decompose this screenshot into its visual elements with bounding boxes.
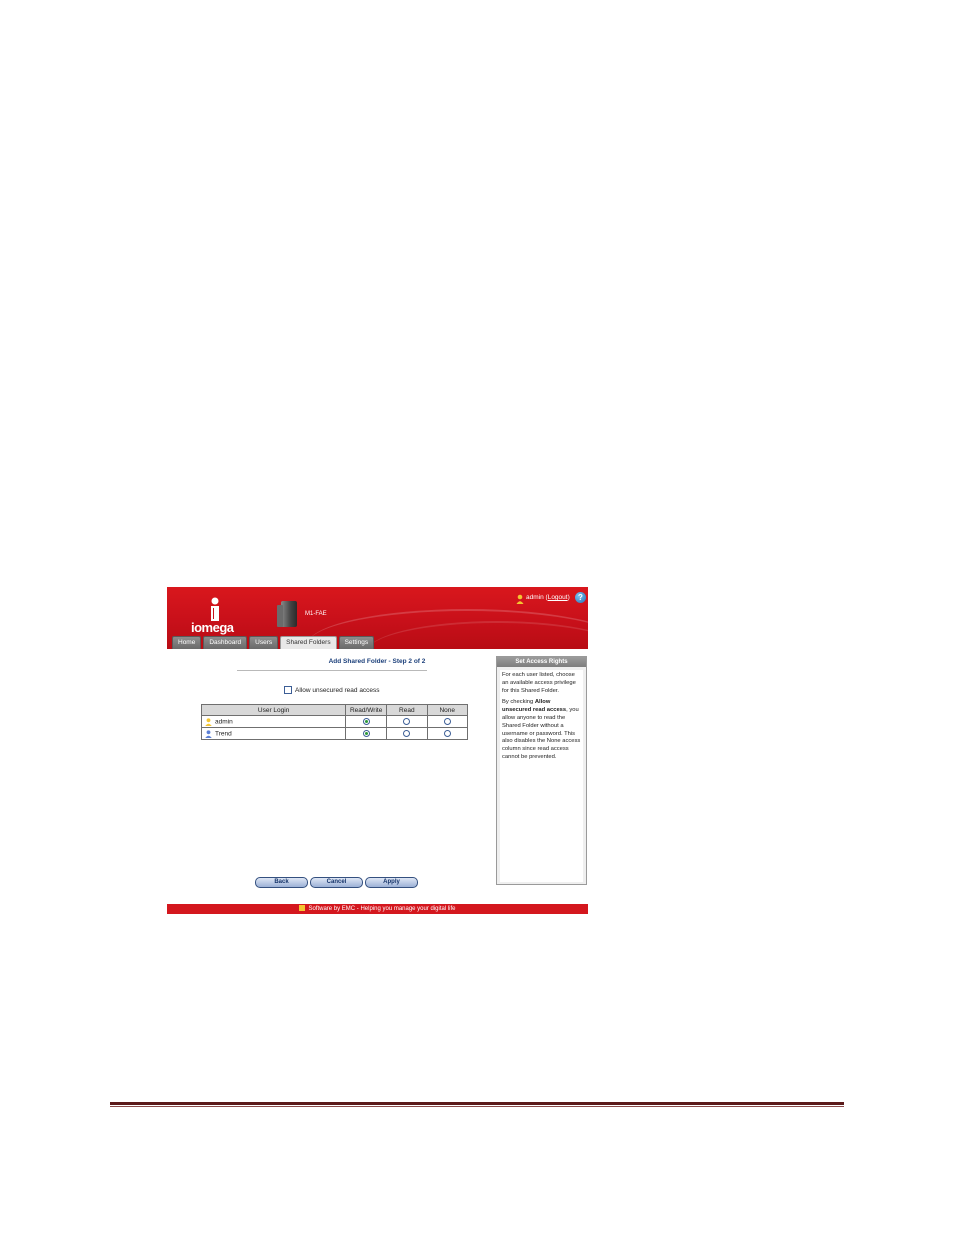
column-none: None	[426, 704, 469, 716]
help-text: By checking	[502, 699, 535, 706]
side-panel-title: Set Access Rights	[497, 657, 586, 667]
column-read-write: Read/Write	[345, 704, 388, 716]
read-write-cell[interactable]	[345, 727, 388, 740]
read-radio[interactable]	[403, 729, 411, 737]
tab-settings[interactable]: Settings	[338, 636, 375, 649]
help-text: , you allow anyone to read the Shared Fo…	[502, 707, 581, 760]
tab-users[interactable]: Users	[249, 636, 279, 649]
admin-user-icon	[205, 717, 212, 726]
user-login: admin	[215, 718, 233, 726]
header-banner: iomega M1-FAE admin (Logout) ? Home Dash…	[167, 587, 588, 649]
title-divider	[237, 670, 427, 671]
user-login-cell: admin	[200, 715, 347, 728]
user-icon	[516, 594, 524, 604]
none-radio[interactable]	[443, 729, 451, 737]
brand-logo: iomega	[191, 620, 234, 635]
read-radio[interactable]	[403, 717, 411, 725]
help-icon[interactable]: ?	[575, 592, 586, 603]
user-icon	[205, 729, 212, 738]
user-login-cell: Trend	[200, 727, 347, 740]
page-divider-thin	[110, 1106, 844, 1107]
access-rights-table: User Login Read/Write Read None admin Tr…	[200, 704, 469, 740]
tab-shared-folders[interactable]: Shared Folders	[280, 636, 337, 649]
footer-text: Software by EMC - Helping you manage you…	[308, 906, 456, 912]
read-write-cell[interactable]	[345, 715, 388, 728]
table-header-row: User Login Read/Write Read None	[200, 704, 469, 716]
none-cell[interactable]	[426, 727, 469, 740]
column-user-login: User Login	[200, 704, 347, 716]
tab-dashboard[interactable]: Dashboard	[203, 636, 248, 649]
main-tabs: Home Dashboard Users Shared Folders Sett…	[172, 636, 375, 649]
user-login: Trend	[215, 730, 232, 738]
none-radio[interactable]	[443, 717, 451, 725]
page-title: Add Shared Folder - Step 2 of 2	[328, 658, 426, 665]
current-user: admin	[526, 594, 544, 601]
iomega-admin-screenshot: iomega M1-FAE admin (Logout) ? Home Dash…	[167, 587, 588, 914]
footer-bar: Software by EMC - Helping you manage you…	[167, 904, 588, 914]
help-paragraph-1: For each user listed, choose an availabl…	[502, 672, 576, 694]
nas-device-icon	[277, 601, 297, 627]
read-write-radio[interactable]	[362, 729, 370, 737]
logout-link[interactable]: Logout	[548, 594, 568, 601]
help-side-panel: Set Access Rights For each user listed, …	[496, 656, 587, 885]
device-name: M1-FAE	[305, 611, 327, 617]
column-read: Read	[386, 704, 428, 716]
tab-home[interactable]: Home	[172, 636, 202, 649]
table-row: Trend	[200, 727, 469, 740]
back-button[interactable]: Back	[255, 877, 308, 888]
wizard-buttons: Back Cancel Apply	[255, 877, 418, 888]
allow-unsecured-label: Allow unsecured read access	[295, 686, 380, 694]
help-paragraph-2: By checking Allow unsecured read access,…	[502, 699, 581, 761]
allow-unsecured-checkbox[interactable]	[284, 686, 292, 694]
page-divider	[110, 1102, 844, 1105]
allow-unsecured-option[interactable]: Allow unsecured read access	[284, 686, 380, 694]
read-cell[interactable]	[386, 727, 428, 740]
apply-button[interactable]: Apply	[365, 877, 418, 888]
none-cell[interactable]	[426, 715, 469, 728]
cancel-button[interactable]: Cancel	[310, 877, 363, 888]
user-status: admin (Logout)	[526, 594, 570, 601]
emc-logo-icon	[299, 905, 306, 912]
iomega-logo-icon	[211, 597, 219, 621]
read-cell[interactable]	[386, 715, 428, 728]
read-write-radio[interactable]	[362, 717, 370, 725]
side-panel-body: For each user listed, choose an availabl…	[500, 670, 583, 882]
table-row: admin	[200, 715, 469, 728]
